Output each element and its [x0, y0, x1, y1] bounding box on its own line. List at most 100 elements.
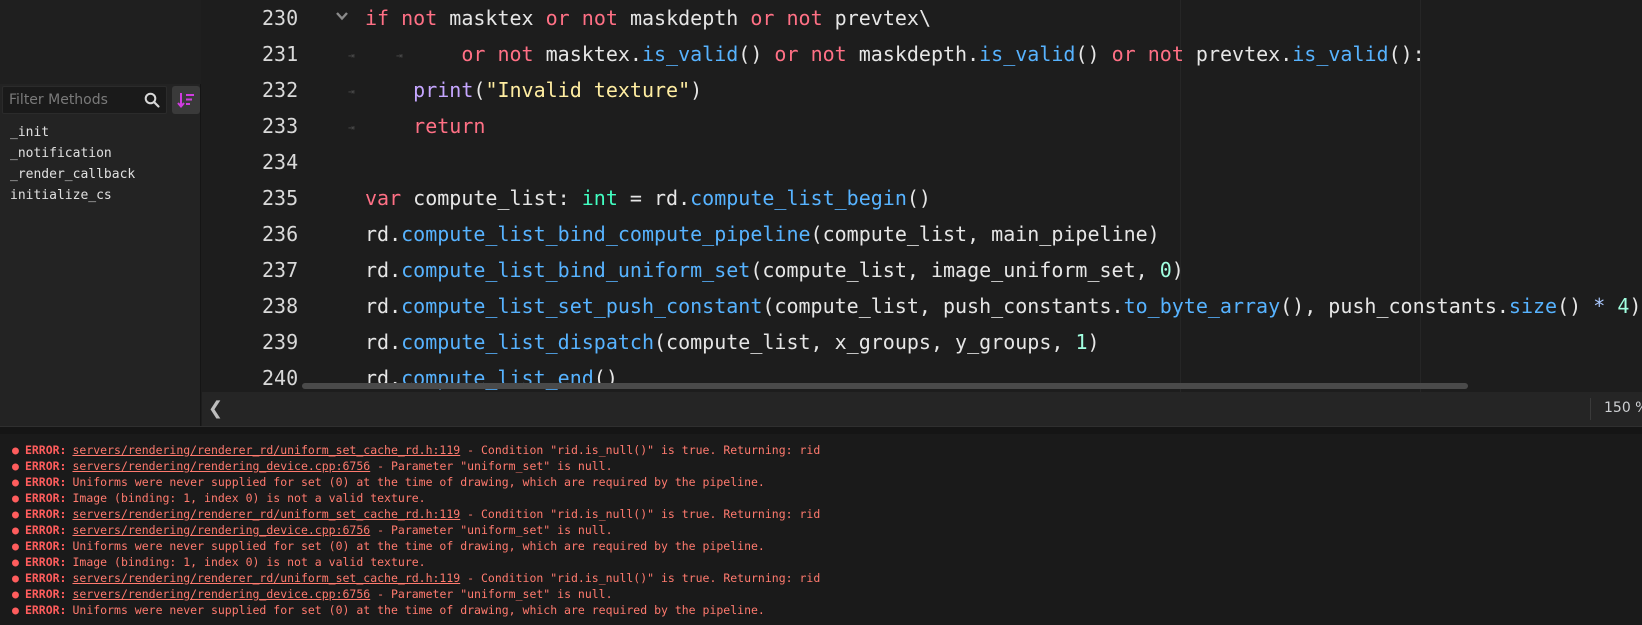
error-source-link[interactable]: servers/rendering/renderer_rd/uniform_se… [72, 443, 460, 457]
sort-methods-button[interactable] [172, 86, 200, 114]
code-text: rd.compute_list_bind_compute_pipeline(co… [365, 222, 1160, 246]
line-number: 238 [262, 294, 299, 318]
error-dot-icon: ● [12, 571, 19, 585]
editor-status-bar: ❮ 150 % [202, 392, 1642, 426]
code-text: if not masktex or not maskdepth or not p… [365, 6, 931, 30]
error-dot-icon: ● [12, 539, 19, 553]
filter-methods-input[interactable] [9, 87, 139, 113]
code-text: rd.compute_list_bind_uniform_set(compute… [365, 258, 1184, 282]
code-line[interactable]: 237 rd.compute_list_bind_uniform_set(com… [202, 252, 1642, 288]
code-line[interactable]: 239 rd.compute_list_dispatch(compute_lis… [202, 324, 1642, 360]
error-source-link[interactable]: servers/rendering/renderer_rd/uniform_se… [72, 571, 460, 585]
error-message: Uniforms were never supplied for set (0)… [72, 475, 765, 489]
tab-indicator-icon: ⇥ [348, 121, 355, 134]
error-message: - Parameter "uniform_set" is null. [370, 587, 613, 601]
error-log-entry: ● ERROR: servers/rendering/rendering_devic… [12, 522, 1642, 538]
code-line[interactable]: 231 ⇥ ⇥ or not masktex.is_valid() or not… [202, 36, 1642, 72]
code-text: return [413, 114, 486, 138]
error-dot-icon: ● [12, 587, 19, 601]
error-message: - Parameter "uniform_set" is null. [370, 459, 613, 473]
error-message: - Condition "rid.is_null()" is true. Ret… [460, 571, 821, 585]
code-text: var compute_list: int = rd.compute_list_… [365, 186, 931, 210]
sort-icon [177, 93, 194, 109]
error-dot-icon: ● [12, 459, 19, 473]
error-log-entry: ● ERROR: Image (binding: 1, index 0) is no… [12, 554, 1642, 570]
method-item[interactable]: _init [0, 122, 201, 143]
code-text: or not masktex.is_valid() or not maskdep… [461, 42, 1425, 66]
code-line[interactable]: 236 rd.compute_list_bind_compute_pipelin… [202, 216, 1642, 252]
error-dot-icon: ● [12, 491, 19, 505]
error-tag: ERROR: [24, 523, 67, 537]
error-log-entry: ● ERROR: Image (binding: 1, index 0) is no… [12, 490, 1642, 506]
error-log-entry: ● ERROR: servers/rendering/rendering_devic… [12, 458, 1642, 474]
code-editor[interactable]: 230 if not masktex or not maskdepth or n… [202, 0, 1642, 392]
filter-methods-field[interactable] [2, 86, 167, 114]
error-tag: ERROR: [24, 571, 67, 585]
error-message: - Condition "rid.is_null()" is true. Ret… [460, 507, 821, 521]
line-number: 237 [262, 258, 299, 282]
error-message: Image (binding: 1, index 0) is not a val… [72, 491, 426, 505]
code-line[interactable]: 232 ⇥ print("Invalid texture") [202, 72, 1642, 108]
error-tag: ERROR: [24, 491, 67, 505]
status-divider [1590, 398, 1591, 420]
error-source-link[interactable]: servers/rendering/rendering_device.cpp:6… [72, 523, 370, 537]
error-dot-icon: ● [12, 507, 19, 521]
method-item[interactable]: initialize_cs [0, 185, 201, 206]
code-text: rd.compute_list_dispatch(compute_list, x… [365, 330, 1100, 354]
line-number: 231 [262, 42, 299, 66]
methods-panel: _init _notification _render_callback ini… [0, 0, 201, 426]
error-tag: ERROR: [24, 539, 67, 553]
error-source-link[interactable]: servers/rendering/rendering_device.cpp:6… [72, 459, 370, 473]
error-message: Uniforms were never supplied for set (0)… [72, 539, 765, 553]
code-line[interactable]: 238 rd.compute_list_set_push_constant(co… [202, 288, 1642, 324]
error-log-entry: ● ERROR: Uniforms were never supplied for … [12, 538, 1642, 554]
zoom-level[interactable]: 150 % [1604, 400, 1642, 416]
method-item[interactable]: _notification [0, 143, 201, 164]
panel-top-strip [0, 0, 201, 84]
fold-chevron-down-icon[interactable] [334, 8, 350, 24]
line-number: 232 [262, 78, 299, 102]
search-icon[interactable] [143, 91, 161, 109]
line-number: 239 [262, 330, 299, 354]
line-number: 236 [262, 222, 299, 246]
tab-indicator-icon: ⇥ [348, 49, 355, 62]
code-line[interactable]: 235 var compute_list: int = rd.compute_l… [202, 180, 1642, 216]
error-tag: ERROR: [24, 603, 67, 617]
line-number: 233 [262, 114, 299, 138]
error-tag: ERROR: [24, 555, 67, 569]
error-dot-icon: ● [12, 443, 19, 457]
output-log-panel: ● ERROR: servers/rendering/renderer_rd/uni… [0, 434, 1642, 625]
error-log-entry: ● ERROR: servers/rendering/renderer_rd/uni… [12, 442, 1642, 458]
error-log-entry: ● ERROR: servers/rendering/renderer_rd/uni… [12, 570, 1642, 586]
code-text: print("Invalid texture") [413, 78, 703, 102]
error-log-entry: ● ERROR: servers/rendering/rendering_devic… [12, 586, 1642, 602]
error-message: - Condition "rid.is_null()" is true. Ret… [460, 443, 821, 457]
method-list: _init _notification _render_callback ini… [0, 122, 201, 206]
error-log-entry: ● ERROR: Uniforms were never supplied for … [12, 602, 1642, 618]
error-message: Uniforms were never supplied for set (0)… [72, 603, 765, 617]
error-source-link[interactable]: servers/rendering/renderer_rd/uniform_se… [72, 507, 460, 521]
code-line[interactable]: 234 [202, 144, 1642, 180]
error-tag: ERROR: [24, 507, 67, 521]
error-message: - Parameter "uniform_set" is null. [370, 523, 613, 537]
error-source-link[interactable]: servers/rendering/rendering_device.cpp:6… [72, 587, 370, 601]
error-tag: ERROR: [24, 587, 67, 601]
line-number: 230 [262, 6, 299, 30]
line-number: 235 [262, 186, 299, 210]
error-message: Image (binding: 1, index 0) is not a val… [72, 555, 426, 569]
tab-indicator-icon: ⇥ [348, 85, 355, 98]
error-tag: ERROR: [24, 443, 67, 457]
toggle-panel-chevron-left-icon[interactable]: ❮ [208, 398, 223, 419]
error-log-entry: ● ERROR: Uniforms were never supplied for … [12, 474, 1642, 490]
panel-splitter[interactable] [0, 426, 1642, 434]
code-text: rd.compute_list_set_push_constant(comput… [365, 294, 1642, 318]
error-tag: ERROR: [24, 475, 67, 489]
error-dot-icon: ● [12, 475, 19, 489]
code-line[interactable]: 230 if not masktex or not maskdepth or n… [202, 0, 1642, 36]
error-dot-icon: ● [12, 603, 19, 617]
code-line[interactable]: 233 ⇥ return [202, 108, 1642, 144]
error-dot-icon: ● [12, 523, 19, 537]
horizontal-scrollbar-thumb[interactable] [302, 383, 1468, 389]
error-log-entry: ● ERROR: servers/rendering/renderer_rd/uni… [12, 506, 1642, 522]
method-item[interactable]: _render_callback [0, 164, 201, 185]
